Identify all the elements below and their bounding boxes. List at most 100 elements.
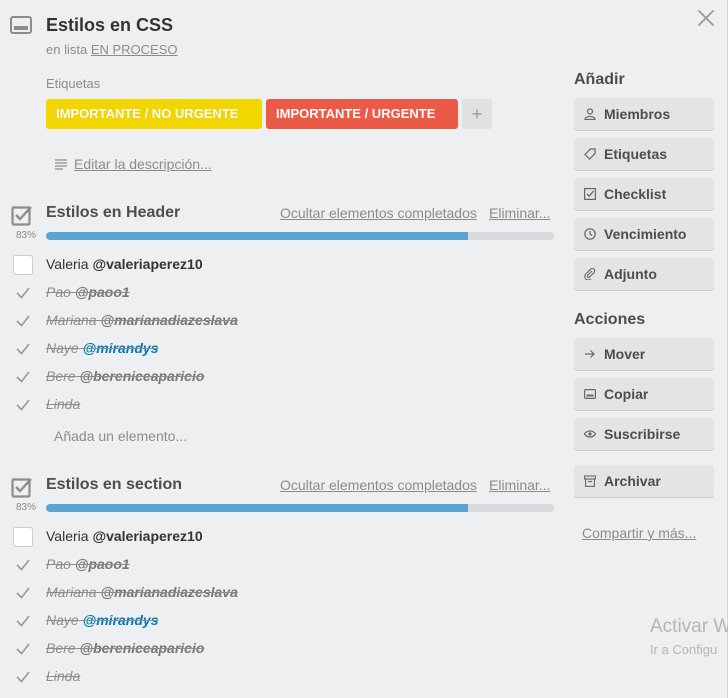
checklist-progress-fill [46,504,468,512]
attachment-button[interactable]: Adjunto [574,258,714,290]
checkmark-icon [16,371,30,383]
checklist-item[interactable]: Bere @bereniceaparicio [0,636,560,662]
checklist-item[interactable]: Pao @paoo1 [0,280,560,306]
delete-checklist-link[interactable]: Eliminar... [489,205,550,221]
members-button[interactable]: Miembros [574,98,714,130]
checked-checkbox[interactable] [13,555,33,575]
checklist-item[interactable]: Valeria @valeriaperez10 [0,252,560,278]
add-label-button[interactable]: + [462,99,492,129]
checked-checkbox[interactable] [13,339,33,359]
checklist-item[interactable]: Linda [0,392,560,418]
unchecked-checkbox[interactable] [13,255,33,275]
checklist-percent: 83% [16,230,37,241]
tag-icon [584,148,596,160]
member-mention[interactable]: @paoo1 [75,284,130,300]
checklist-item[interactable]: Mariana @marianadiazeslava [0,580,560,606]
checklist-item-text[interactable]: Naye @mirandys [46,612,158,628]
move-button[interactable]: Mover [574,338,714,370]
card-detail-window: Estilos en CSS en lista EN PROCESO Etiqu… [0,0,728,698]
label-important-not-urgent[interactable]: IMPORTANTE / NO URGENTE [46,99,262,129]
item-name: Bere [46,640,76,656]
archive-button[interactable]: Archivar [574,465,714,497]
close-icon[interactable] [696,8,716,28]
checklist-item[interactable]: Valeria @valeriaperez10 [0,524,560,550]
checklist-item[interactable]: Pao @paoo1 [0,552,560,578]
checked-checkbox[interactable] [13,639,33,659]
checklist-item[interactable]: Naye @mirandys [0,336,560,362]
item-name: Bere [46,368,76,384]
actions-heading: Acciones [574,311,646,328]
checklist-item-text[interactable]: Mariana @marianadiazeslava [46,312,238,328]
checklist-icon [11,206,32,226]
move-label: Mover [604,346,646,362]
windows-activation-watermark: Activar W [650,616,728,637]
unchecked-checkbox[interactable] [13,527,33,547]
checklist-item[interactable]: Linda [0,664,560,690]
checklist-item-text[interactable]: Naye @mirandys [46,340,158,356]
checked-checkbox[interactable] [13,583,33,603]
edit-description-link[interactable]: Editar la descripción... [74,156,212,172]
member-mention[interactable]: @paoo1 [75,556,130,572]
member-mention[interactable]: @bereniceaparicio [79,368,204,384]
checklist-item-text[interactable]: Bere @bereniceaparicio [46,368,204,384]
label-important-urgent[interactable]: IMPORTANTE / URGENTE [266,99,458,129]
delete-checklist-link[interactable]: Eliminar... [489,477,550,493]
member-mention[interactable]: @mirandys [83,612,159,628]
member-mention[interactable]: @marianadiazeslava [100,312,237,328]
labels-button[interactable]: Etiquetas [574,138,714,170]
checkmark-icon [16,587,30,599]
checked-checkbox[interactable] [13,611,33,631]
checklist-item-text[interactable]: Bere @bereniceaparicio [46,640,204,656]
item-name: Naye [46,612,79,628]
checklist-item-text[interactable]: Linda [46,668,80,684]
subscribe-button[interactable]: Suscribirse [574,418,714,450]
subscribe-label: Suscribirse [604,426,681,442]
member-mention[interactable]: @valeriaperez10 [92,256,202,272]
checklist-item-text[interactable]: Valeria @valeriaperez10 [46,256,203,272]
card-title[interactable]: Estilos en CSS [46,15,173,36]
checklist-item[interactable]: Bere @bereniceaparicio [0,364,560,390]
copy-label: Copiar [604,386,649,402]
paperclip-icon [584,268,596,280]
eye-icon [584,430,596,438]
checklist-button[interactable]: Checklist [574,178,714,210]
checked-checkbox[interactable] [13,367,33,387]
hide-completed-link[interactable]: Ocultar elementos completados [280,205,477,221]
checkbox-icon [584,188,596,200]
labels-label: Etiquetas [604,146,668,162]
person-icon [584,108,596,120]
checklist-item-text[interactable]: Pao @paoo1 [46,556,130,572]
card-list-info: en lista EN PROCESO [46,42,178,57]
member-mention[interactable]: @marianadiazeslava [100,584,237,600]
item-name: Valeria [46,256,89,272]
share-and-more-link[interactable]: Compartir y más... [582,525,696,541]
checkmark-icon [16,399,30,411]
archive-icon [584,475,596,487]
checklist-item[interactable]: Mariana @marianadiazeslava [0,308,560,334]
checklist-item[interactable]: Naye @mirandys [0,608,560,634]
checked-checkbox[interactable] [13,311,33,331]
clock-icon [584,228,596,240]
list-name-link[interactable]: EN PROCESO [91,42,178,57]
checklist-item-text[interactable]: Mariana @marianadiazeslava [46,584,238,600]
checklist-item-text[interactable]: Valeria @valeriaperez10 [46,528,203,544]
checklist-item-text[interactable]: Linda [46,396,80,412]
checkmark-icon [16,615,30,627]
checked-checkbox[interactable] [13,395,33,415]
add-checklist-item-link[interactable]: Añada un elemento... [54,428,187,444]
due-date-button[interactable]: Vencimiento [574,218,714,250]
checklist-title[interactable]: Estilos en section [46,476,182,494]
member-mention[interactable]: @valeriaperez10 [92,528,202,544]
labels-heading: Etiquetas [46,76,101,91]
member-mention[interactable]: @bereniceaparicio [79,640,204,656]
checked-checkbox[interactable] [13,667,33,687]
copy-button[interactable]: Copiar [574,378,714,410]
checked-checkbox[interactable] [13,283,33,303]
attachment-label: Adjunto [604,266,657,282]
member-mention[interactable]: @mirandys [83,340,159,356]
item-name: Pao [46,284,71,300]
checklist-item-text[interactable]: Pao @paoo1 [46,284,130,300]
checklist-progress-bar [46,504,554,512]
hide-completed-link[interactable]: Ocultar elementos completados [280,477,477,493]
checklist-title[interactable]: Estilos en Header [46,204,180,222]
